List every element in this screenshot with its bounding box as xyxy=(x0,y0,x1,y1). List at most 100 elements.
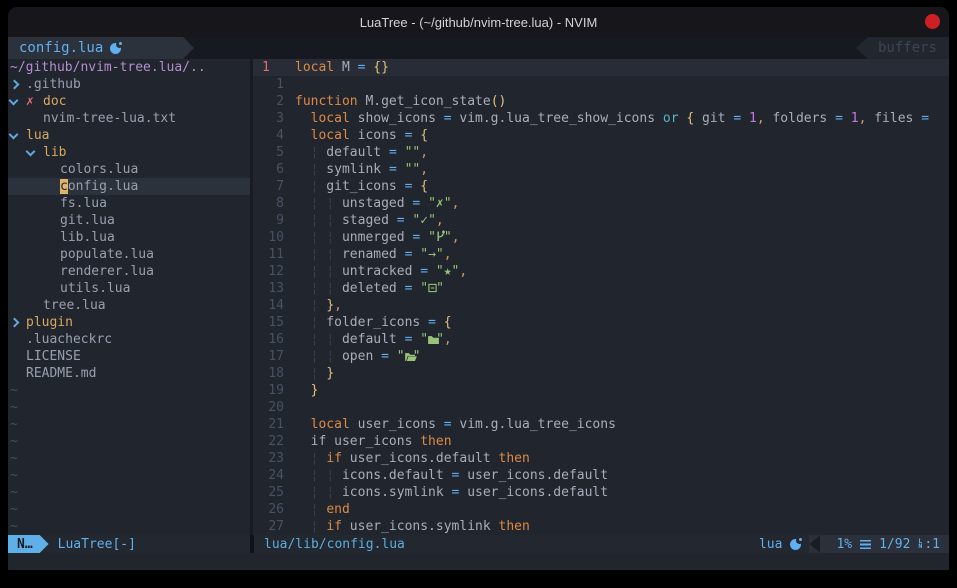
code-line[interactable]: 26 ¦ end xyxy=(253,501,949,518)
code-token: , xyxy=(420,145,428,160)
tree-item-config-lua[interactable]: config.lua xyxy=(8,178,250,195)
scroll-percent: 1% xyxy=(836,537,852,552)
code-token: " xyxy=(436,332,444,347)
code-token xyxy=(295,162,311,177)
git-branch-icon xyxy=(436,229,444,246)
folder-open-icon xyxy=(405,348,413,365)
tree-item-plugin[interactable]: plugin xyxy=(8,314,250,331)
code-token: , xyxy=(444,332,452,347)
code-token: icons.default xyxy=(334,468,451,483)
code-token: show_icons xyxy=(350,111,444,126)
code-line[interactable]: 25 ¦ ¦ icons.symlink = user_icons.defaul… xyxy=(253,484,949,501)
code-token: if xyxy=(326,451,342,466)
code-token xyxy=(295,196,311,211)
code-token: renamed xyxy=(334,247,404,262)
code-token xyxy=(295,230,311,245)
app-window: LuaTree - (~/github/nvim-tree.lua) - NVI… xyxy=(0,0,957,588)
tree-item-lib-lua[interactable]: lib.lua xyxy=(8,229,250,246)
chevron-right-icon[interactable] xyxy=(10,319,26,326)
line-col-icon: L N xyxy=(918,539,922,549)
empty-line-tilde: ~ xyxy=(8,467,250,484)
tree-item-lua[interactable]: lua xyxy=(8,127,250,144)
code-token xyxy=(397,145,405,160)
code-line[interactable]: 24 ¦ ¦ icons.default = user_icons.defaul… xyxy=(253,467,949,484)
code-editor-panel: 1local M = {}12function M.get_icon_state… xyxy=(253,59,949,535)
relative-line-number: 11 xyxy=(253,246,284,263)
code-line[interactable]: 8 ¦ ¦ unstaged = "✗", xyxy=(253,195,949,212)
code-token: if xyxy=(326,519,342,534)
code-token: user_icons.symlink xyxy=(342,519,499,534)
code-line[interactable]: 4 local icons = { xyxy=(253,127,949,144)
code-token: deleted xyxy=(334,281,404,296)
code-line[interactable]: 9 ¦ ¦ staged = "✓", xyxy=(253,212,949,229)
code-line[interactable]: 1local M = {} xyxy=(253,59,949,76)
code-line[interactable]: 14 ¦ }, xyxy=(253,297,949,314)
code-token: " xyxy=(413,349,421,364)
code-token: {} xyxy=(373,60,389,75)
code-token: = xyxy=(733,111,741,126)
code-token: "→" xyxy=(420,247,443,262)
code-token: " xyxy=(428,230,436,245)
buffers-section[interactable]: buffers xyxy=(856,37,949,59)
relative-line-number: 17 xyxy=(253,348,284,365)
code-token: } xyxy=(311,383,319,398)
code-line[interactable]: 21 local user_icons = vim.g.lua_tree_ico… xyxy=(253,416,949,433)
chevron-down-icon[interactable] xyxy=(10,133,26,138)
tree-item-license[interactable]: LICENSE xyxy=(8,348,250,365)
tree-item-nvim-tree-lua-txt[interactable]: nvim-tree-lua.txt xyxy=(8,110,250,127)
code-line[interactable]: 10 ¦ ¦ unmerged = "", xyxy=(253,229,949,246)
chevron-right-icon[interactable] xyxy=(10,81,26,88)
code-line[interactable]: 15 ¦ folder_icons = { xyxy=(253,314,949,331)
code-line[interactable]: 17 ¦ ¦ open = "" xyxy=(253,348,949,365)
tree-item-doc[interactable]: ✗doc xyxy=(8,93,250,110)
tree-item-git-lua[interactable]: git.lua xyxy=(8,212,250,229)
tree-item--github[interactable]: .github xyxy=(8,76,250,93)
tree-root-path[interactable]: ~/github/nvim-tree.lua/.. xyxy=(8,59,250,76)
tree-item-label: config.lua xyxy=(60,178,138,195)
code-line[interactable]: 12 ¦ ¦ untracked = "★", xyxy=(253,263,949,280)
tree-item-utils-lua[interactable]: utils.lua xyxy=(8,280,250,297)
tree-item-fs-lua[interactable]: fs.lua xyxy=(8,195,250,212)
filetype-label: lua xyxy=(759,537,782,552)
main-area: ~/github/nvim-tree.lua/.. .github✗docnvi… xyxy=(8,59,949,535)
tree-item--luacheckrc[interactable]: .luacheckrc xyxy=(8,331,250,348)
code-line[interactable]: 3 local show_icons = vim.g.lua_tree_show… xyxy=(253,110,949,127)
code-line[interactable]: 5 ¦ default = "", xyxy=(253,144,949,161)
tree-item-lib[interactable]: lib xyxy=(8,144,250,161)
chevron-down-icon[interactable] xyxy=(27,150,43,155)
tree-item-colors-lua[interactable]: colors.lua xyxy=(8,161,250,178)
tree-item-populate-lua[interactable]: populate.lua xyxy=(8,246,250,263)
code-line[interactable]: 16 ¦ ¦ default = "", xyxy=(253,331,949,348)
code-line[interactable]: 23 ¦ if user_icons.default then xyxy=(253,450,949,467)
code-token xyxy=(741,111,749,126)
code-token: " xyxy=(444,230,452,245)
code-line[interactable]: 27 ¦ if user_icons.symlink then xyxy=(253,518,949,535)
relative-line-number: 22 xyxy=(253,433,284,450)
code-line[interactable]: 20 xyxy=(253,399,949,416)
code-line[interactable]: 22 if user_icons then xyxy=(253,433,949,450)
code-line[interactable]: 1 xyxy=(253,76,949,93)
chevron-down-icon[interactable] xyxy=(10,99,26,104)
code-token xyxy=(295,298,311,313)
code-line[interactable]: 18 ¦ } xyxy=(253,365,949,382)
code-line[interactable]: 7 ¦ git_icons = { xyxy=(253,178,949,195)
code-line[interactable]: 13 ¦ ¦ deleted = "" xyxy=(253,280,949,297)
tree-item-renderer-lua[interactable]: renderer.lua xyxy=(8,263,250,280)
code-token: then xyxy=(499,519,530,534)
code-line[interactable]: 2function M.get_icon_state() xyxy=(253,93,949,110)
tab-config-lua[interactable]: config.lua xyxy=(8,37,194,59)
code-token xyxy=(295,247,311,262)
command-line[interactable] xyxy=(8,553,949,570)
tree-item-readme-md[interactable]: README.md xyxy=(8,365,250,382)
code-line[interactable]: 19 } xyxy=(253,382,949,399)
code-token: local xyxy=(295,60,334,75)
file-tree-panel: ~/github/nvim-tree.lua/.. .github✗docnvi… xyxy=(8,59,250,535)
code-line[interactable]: 6 ¦ symlink = "", xyxy=(253,161,949,178)
code-token xyxy=(420,230,428,245)
tree-item-tree-lua[interactable]: tree.lua xyxy=(8,297,250,314)
relative-line-number: 13 xyxy=(253,280,284,297)
relative-line-number: 2 xyxy=(253,93,284,110)
close-button[interactable] xyxy=(925,14,940,29)
code-line[interactable]: 11 ¦ ¦ renamed = "→", xyxy=(253,246,949,263)
code-token: { xyxy=(444,315,452,330)
